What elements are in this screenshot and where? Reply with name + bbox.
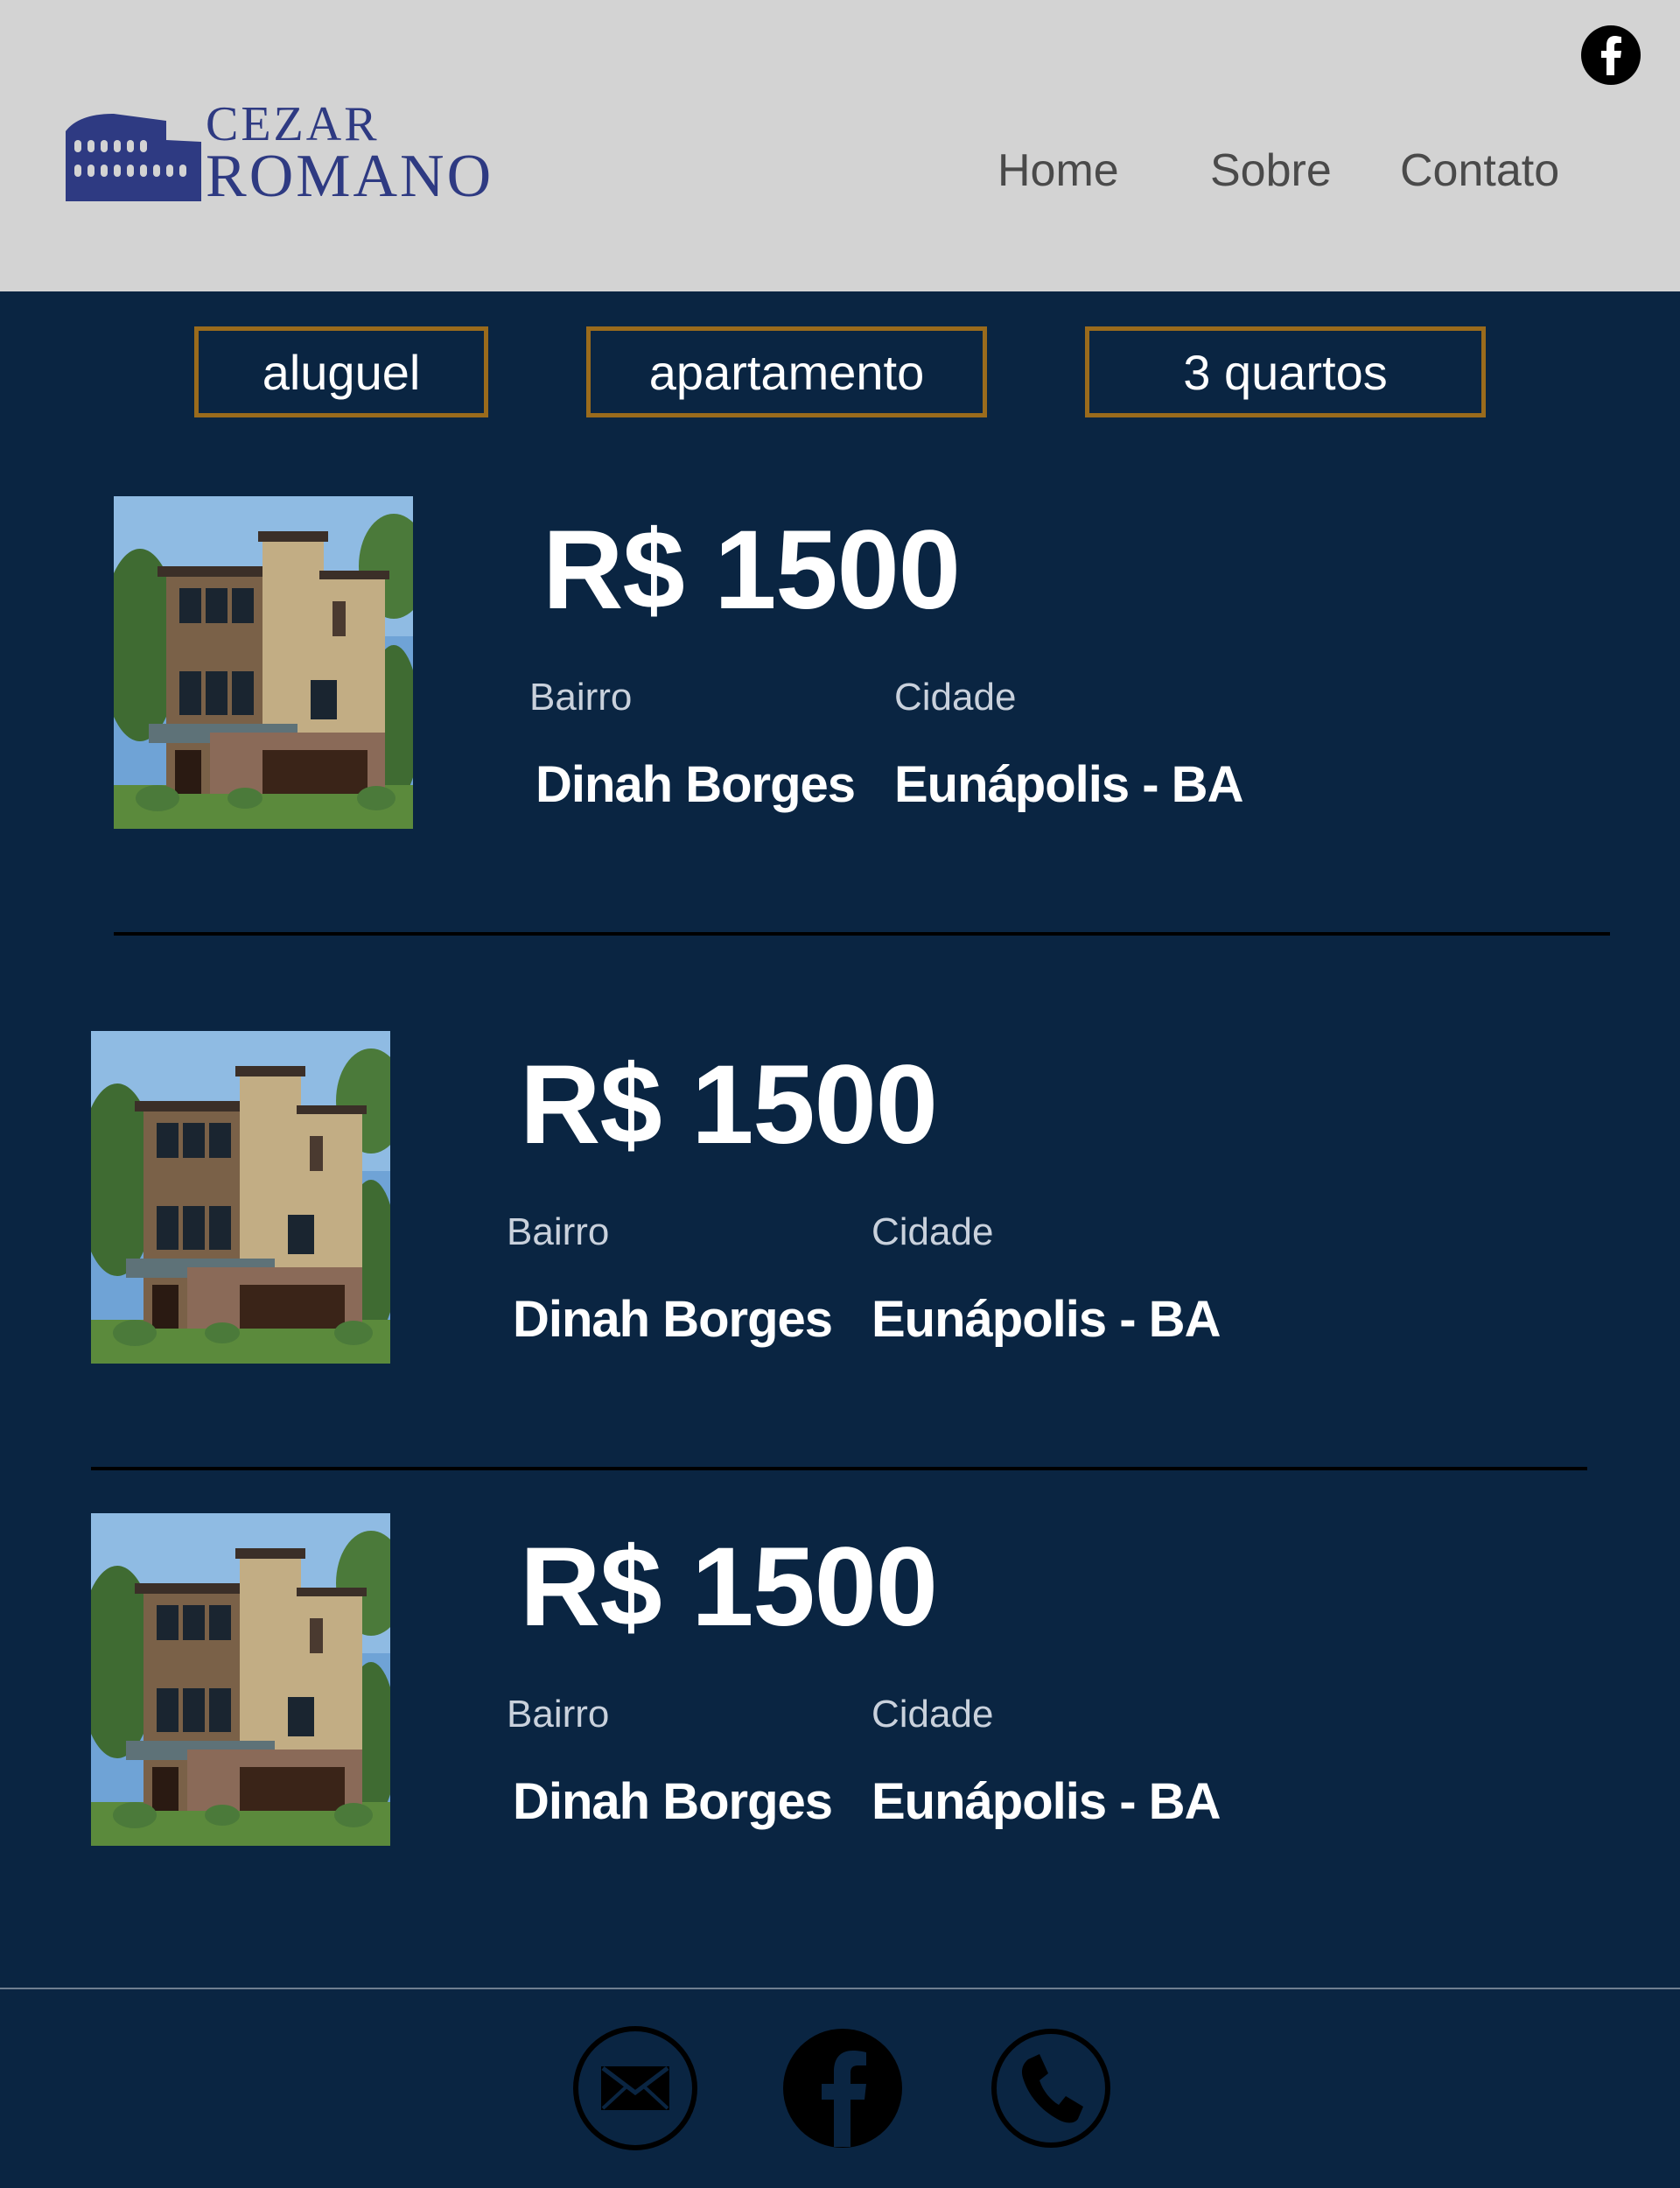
- nav-sobre[interactable]: Sobre: [1210, 140, 1332, 201]
- listing-item[interactable]: R$ 1500 Bairro Cidade Dinah Borges Eunáp…: [91, 1031, 1316, 1381]
- facebook-icon[interactable]: [780, 2026, 905, 2150]
- colosseum-icon: [66, 114, 201, 201]
- logo-text-line2: ROMANO: [206, 143, 494, 210]
- cidade-value: Eunápolis - BA: [872, 1291, 1221, 1348]
- cidade-value: Eunápolis - BA: [894, 756, 1243, 813]
- phone-icon[interactable]: [989, 2026, 1113, 2150]
- listing-divider: [91, 1467, 1587, 1470]
- filter-apartamento[interactable]: apartamento: [586, 326, 987, 417]
- bairro-label: Bairro: [529, 676, 633, 719]
- filter-aluguel[interactable]: aluguel: [194, 326, 488, 417]
- property-photo[interactable]: [91, 1031, 390, 1364]
- filter-quartos[interactable]: 3 quartos: [1085, 326, 1486, 417]
- cidade-value: Eunápolis - BA: [872, 1773, 1221, 1830]
- cidade-label: Cidade: [894, 676, 1017, 719]
- listing-item[interactable]: R$ 1500 Bairro Cidade Dinah Borges Eunáp…: [114, 496, 1339, 846]
- listing-divider: [114, 932, 1610, 936]
- property-photo[interactable]: [114, 496, 413, 829]
- bairro-label: Bairro: [507, 1693, 610, 1736]
- bairro-value: Dinah Borges: [513, 1291, 833, 1348]
- listing-price: R$ 1500: [520, 1525, 938, 1650]
- listing-price: R$ 1500: [542, 508, 961, 633]
- logo[interactable]: CEZAR ROMANO: [61, 96, 491, 210]
- listing-item[interactable]: R$ 1500 Bairro Cidade Dinah Borges Eunáp…: [91, 1513, 1316, 1863]
- nav-home[interactable]: Home: [998, 140, 1119, 201]
- nav-contato[interactable]: Contato: [1400, 140, 1559, 201]
- site-header: CEZAR ROMANO Home Sobre Contato: [0, 0, 1680, 291]
- bairro-label: Bairro: [507, 1210, 610, 1253]
- facebook-icon[interactable]: [1580, 25, 1642, 86]
- footer-divider: [0, 1988, 1680, 1989]
- bairro-value: Dinah Borges: [536, 756, 856, 813]
- property-photo[interactable]: [91, 1513, 390, 1846]
- cidade-label: Cidade: [872, 1693, 994, 1736]
- listing-price: R$ 1500: [520, 1042, 938, 1168]
- bairro-value: Dinah Borges: [513, 1773, 833, 1830]
- mail-icon[interactable]: [573, 2026, 697, 2150]
- cidade-label: Cidade: [872, 1210, 994, 1253]
